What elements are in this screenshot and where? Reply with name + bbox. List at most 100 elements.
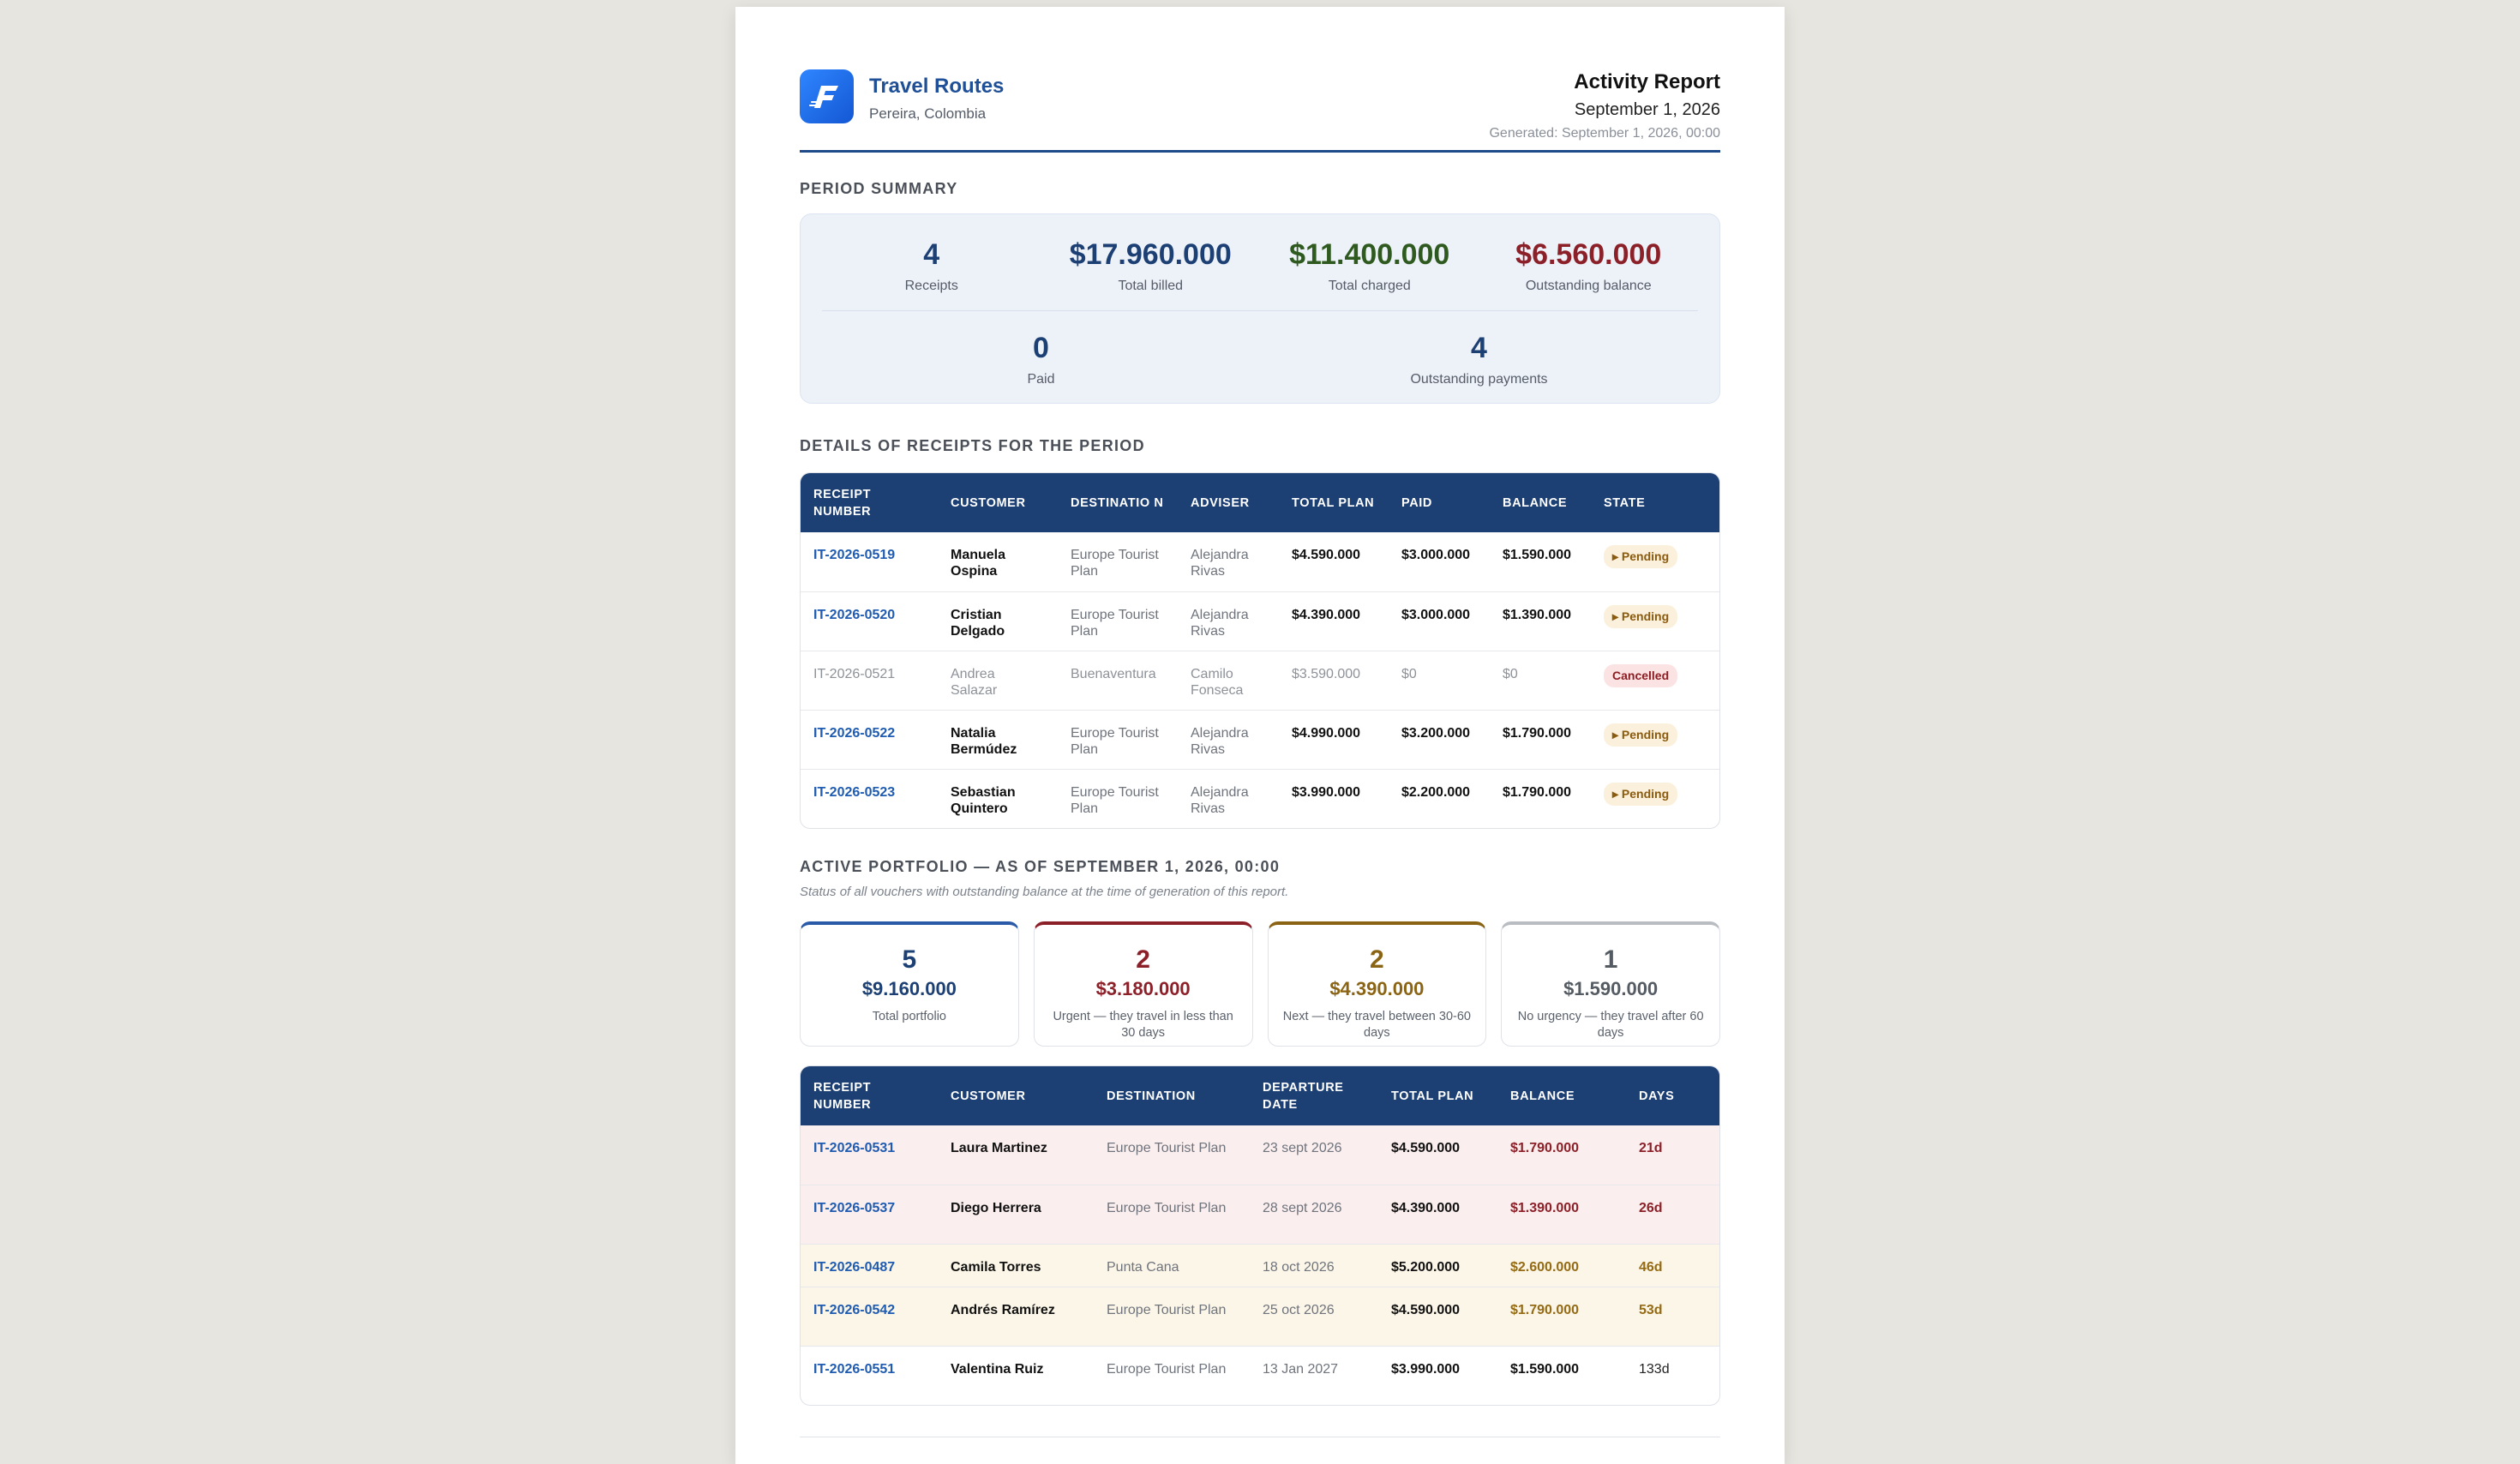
receipt-number-link[interactable]: IT-2026-0520 xyxy=(801,591,938,651)
receipt-number-link[interactable]: IT-2026-0542 xyxy=(801,1287,938,1346)
column-header[interactable]: BALANCE xyxy=(1497,1066,1626,1125)
card-amount: $1.590.000 xyxy=(1563,978,1659,999)
departure-date: 28 sept 2026 xyxy=(1250,1185,1378,1244)
departure-date: 23 sept 2026 xyxy=(1250,1125,1378,1185)
column-header[interactable]: DEPARTURE DATE xyxy=(1250,1066,1378,1125)
table-row[interactable]: IT-2026-0522 Natalia Bermúdez Europe Touri… xyxy=(801,710,1719,769)
customer-name: Sebastian Quintero xyxy=(938,769,1058,828)
column-header[interactable]: CUSTOMER xyxy=(938,473,1058,532)
table-row[interactable]: IT-2026-0542 Andrés Ramírez Europe Tourist… xyxy=(801,1287,1719,1346)
state-cell: ▸ Pending xyxy=(1591,532,1719,591)
customer-name: Natalia Bermúdez xyxy=(938,710,1058,769)
days-remaining: 133d xyxy=(1626,1346,1719,1405)
status-badge: ▸ Pending xyxy=(1604,605,1678,628)
destination: Punta Cana xyxy=(1094,1244,1250,1287)
destination: Europe Tourist Plan xyxy=(1094,1185,1250,1244)
status-badge: ▸ Pending xyxy=(1604,723,1678,747)
table-row[interactable]: IT-2026-0519 Manuela Ospina Europe Tourist… xyxy=(801,532,1719,591)
column-header[interactable]: DAYS xyxy=(1626,1066,1719,1125)
state-cell: ▸ Pending xyxy=(1591,591,1719,651)
column-header[interactable]: DESTINATIO N xyxy=(1058,473,1178,532)
card-amount: $3.180.000 xyxy=(1095,978,1191,999)
balance-amount: $1.790.000 xyxy=(1490,710,1591,769)
table-row[interactable]: IT-2026-0523 Sebastian Quintero Europe Tou… xyxy=(801,769,1719,828)
column-header[interactable]: STATE xyxy=(1591,473,1719,532)
period-summary: 4 Receipts $17.960.000 Total billed $11.400.… xyxy=(800,213,1720,404)
card-count: 5 xyxy=(902,945,917,974)
adviser: Alejandra Rivas xyxy=(1178,710,1279,769)
column-header[interactable]: BALANCE xyxy=(1490,473,1591,532)
column-header[interactable]: CUSTOMER xyxy=(938,1066,1094,1125)
report-title: Activity Report xyxy=(1574,70,1720,93)
report-date: September 1, 2026 xyxy=(1574,100,1720,119)
customer-name: Manuela Ospina xyxy=(951,548,1006,579)
balance-amount: $1.790.000 xyxy=(1490,769,1591,828)
state-cell: ▸ Pending xyxy=(1591,769,1719,828)
card-amount: $9.160.000 xyxy=(861,978,957,999)
table-row[interactable]: IT-2026-0531 Laura Martinez Europe Tourist… xyxy=(801,1125,1719,1185)
stat-value: 4 xyxy=(923,238,940,271)
stat-label: Paid xyxy=(1027,372,1055,387)
total-plan: $5.200.000 xyxy=(1378,1244,1497,1287)
stat-value: $17.960.000 xyxy=(1069,238,1232,271)
total-plan: $3.990.000 xyxy=(1378,1346,1497,1405)
column-header[interactable]: TOTAL PLAN xyxy=(1378,1066,1497,1125)
receipt-number-link[interactable]: IT-2026-0519 xyxy=(801,532,938,591)
receipt-number-link[interactable]: IT-2026-0487 xyxy=(801,1244,938,1287)
stat-value: 4 xyxy=(1471,332,1487,364)
brand-name: Travel Routes xyxy=(869,75,1005,98)
customer-name: Andrés Ramírez xyxy=(938,1287,1094,1346)
report-info: Activity Report September 1, 2026 Genera… xyxy=(1489,70,1720,141)
total-plan: $4.390.000 xyxy=(1279,591,1389,651)
summary-title: PERIOD SUMMARY xyxy=(800,180,958,197)
customer-name: Laura Martinez xyxy=(938,1125,1094,1185)
column-header[interactable]: RECEIPT NUMBER xyxy=(801,1066,938,1125)
balance-amount: $0 xyxy=(1490,651,1591,710)
receipt-number-link[interactable]: IT-2026-0551 xyxy=(801,1346,938,1405)
summary-stat: 4 Outstanding payments xyxy=(1260,311,1698,404)
table-row[interactable]: IT-2026-0520 Cristian Delgado Europe Touri… xyxy=(801,591,1719,651)
card-label: No urgency — they travel after 60 days xyxy=(1517,1010,1704,1040)
portfolio-table: RECEIPT NUMBER CUSTOMER DESTINATION DEPARTU… xyxy=(800,1065,1720,1406)
receipts-table: RECEIPT NUMBER CUSTOMER DESTINATIO N ADVISE… xyxy=(800,472,1720,829)
adviser: Alejandra Rivas xyxy=(1191,548,1249,579)
paid-amount: $2.200.000 xyxy=(1389,769,1490,828)
receipt-number-link[interactable]: IT-2026-0523 xyxy=(801,769,938,828)
customer-name: Cristian Delgado xyxy=(938,591,1058,651)
total-plan: $4.590.000 xyxy=(1378,1125,1497,1185)
receipt-number-link[interactable]: IT-2026-0521 xyxy=(801,651,938,710)
column-header[interactable]: PAID xyxy=(1389,473,1490,532)
total-plan: $4.990.000 xyxy=(1279,710,1389,769)
table-row[interactable]: IT-2026-0521 Andrea Salazar Buenaventura Ca… xyxy=(801,651,1719,710)
portfolio-subtitle: Status of all vouchers with outstanding … xyxy=(800,885,1289,899)
column-header[interactable]: TOTAL PLAN xyxy=(1279,473,1389,532)
brand: Travel Routes Pereira, Colombia xyxy=(800,63,1004,123)
report-generated: Generated: September 1, 2026, 00:00 xyxy=(1489,126,1720,141)
paid-amount: $3.200.000 xyxy=(1389,710,1490,769)
table-row[interactable]: IT-2026-0551 Valentina Ruiz Europe Tourist… xyxy=(801,1346,1719,1405)
adviser: Camilo Fonseca xyxy=(1178,651,1279,710)
column-header[interactable]: ADVISER xyxy=(1178,473,1279,532)
balance-amount: $1.790.000 xyxy=(1497,1125,1626,1185)
destination: Europe Tourist Plan xyxy=(1071,548,1159,579)
receipt-number-link[interactable]: IT-2026-0537 xyxy=(801,1185,938,1244)
customer-name: Andrea Salazar xyxy=(938,651,1058,710)
card-label: Next — they travel between 30-60 days xyxy=(1282,1010,1471,1040)
status-badge: ▸ Pending xyxy=(1604,545,1678,568)
column-header[interactable]: RECEIPT NUMBER xyxy=(801,473,938,532)
receipt-number-link[interactable]: IT-2026-0522 xyxy=(801,710,938,769)
adviser: Alejandra Rivas xyxy=(1178,769,1279,828)
balance-amount: $1.390.000 xyxy=(1490,591,1591,651)
days-remaining: 46d xyxy=(1626,1244,1719,1287)
card-count: 2 xyxy=(1136,945,1150,974)
brand-city: Pereira, Colombia xyxy=(869,105,987,122)
receipt-number-link[interactable]: IT-2026-0531 xyxy=(801,1125,938,1185)
destination: Europe Tourist Plan xyxy=(1094,1346,1250,1405)
balance-amount: $1.590.000 xyxy=(1503,548,1572,562)
balance-amount: $1.590.000 xyxy=(1497,1346,1626,1405)
column-header[interactable]: DESTINATION xyxy=(1094,1066,1250,1125)
table-row[interactable]: IT-2026-0487 Camila Torres Punta Cana 18 oc… xyxy=(801,1244,1719,1287)
table-row[interactable]: IT-2026-0537 Diego Herrera Europe Tourist … xyxy=(801,1185,1719,1244)
destination: Buenaventura xyxy=(1058,651,1178,710)
card-count: 2 xyxy=(1370,945,1384,974)
